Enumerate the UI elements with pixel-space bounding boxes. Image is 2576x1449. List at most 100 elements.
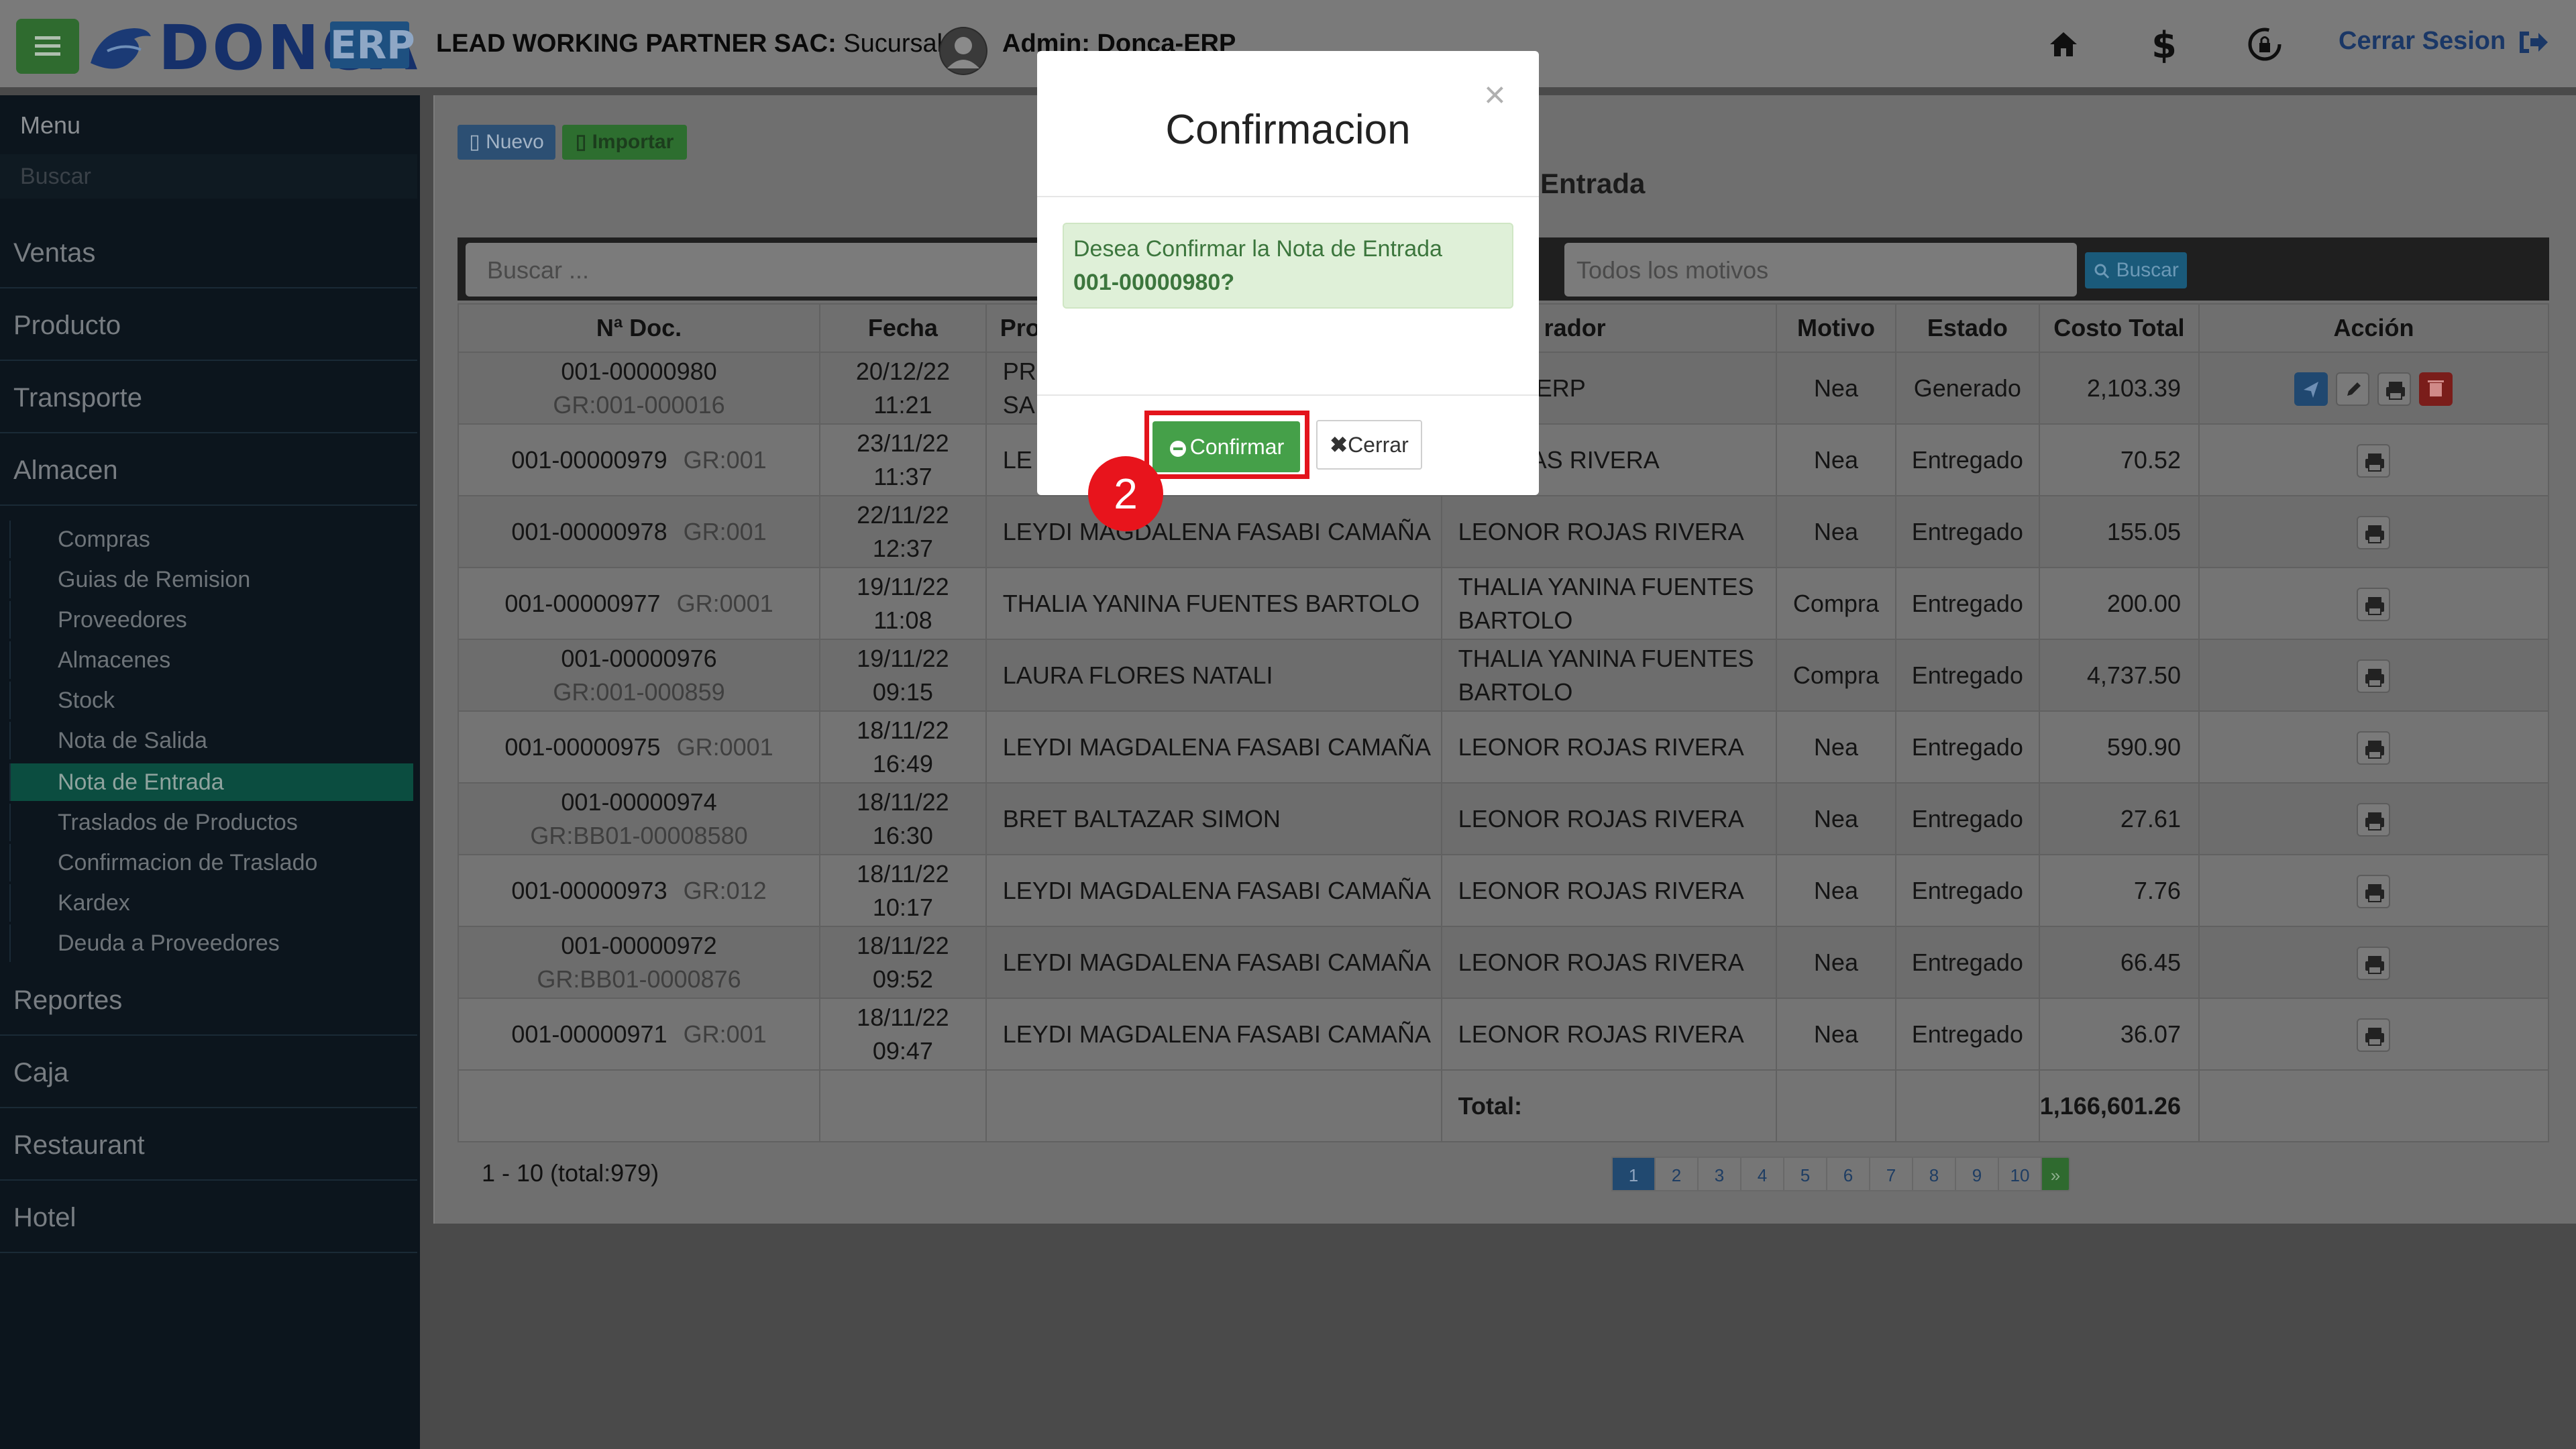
sidebar-sub-nota-salida[interactable]: Nota de Salida [9, 722, 413, 759]
page-6[interactable]: 6 [1826, 1157, 1870, 1191]
sidebar-sub-stock[interactable]: Stock [9, 682, 413, 719]
home-icon[interactable] [2043, 24, 2084, 64]
sidebar-item-transporte[interactable]: Transporte [0, 362, 417, 433]
accion-cell [2198, 782, 2550, 855]
print-button[interactable] [2357, 802, 2391, 837]
fecha-time: 12:37 [872, 534, 933, 562]
guia-remision: GR:001 [683, 517, 767, 545]
accion-cell [2198, 639, 2550, 712]
doc-cell: 001-00000977 GR:0001 [457, 567, 821, 640]
nuevo-button[interactable]: ▯ Nuevo [458, 125, 555, 160]
page-1[interactable]: 1 [1611, 1157, 1656, 1191]
sidebar-item-reportes[interactable]: Reportes [0, 965, 417, 1036]
sidebar-item-ventas[interactable]: Ventas [0, 217, 417, 288]
sidebar-title: Menu [20, 111, 81, 139]
print-button[interactable] [2357, 515, 2391, 549]
motivo-cell: Nea [1776, 782, 1896, 855]
print-button[interactable] [2357, 946, 2391, 980]
guia-remision: GR:012 [683, 876, 767, 904]
sidebar-sub-traslados[interactable]: Traslados de Productos [9, 804, 413, 841]
doc-number: 001-00000975 [504, 733, 661, 761]
print-button[interactable] [2357, 731, 2391, 765]
sidebar-sub-deuda-proveedores[interactable]: Deuda a Proveedores [9, 924, 413, 962]
page-4[interactable]: 4 [1740, 1157, 1784, 1191]
sidebar-item-hotel[interactable]: Hotel [0, 1182, 417, 1253]
logout-link[interactable]: Cerrar Sesion [2339, 27, 2549, 56]
menu-toggle-button[interactable] [16, 19, 79, 74]
print-button[interactable] [2357, 874, 2391, 908]
search-input[interactable]: Buscar ... [466, 243, 1049, 297]
sidebar-item-restaurant[interactable]: Restaurant [0, 1110, 417, 1181]
logo-badge: ERP [330, 21, 415, 68]
doc-number: 001-00000974 [561, 788, 717, 816]
print-icon [2386, 381, 2406, 400]
sidebar-sub-confirmacion-traslado[interactable]: Confirmacion de Traslado [9, 844, 413, 881]
avatar[interactable] [939, 27, 987, 75]
sidebar-item-caja[interactable]: Caja [0, 1037, 417, 1108]
page-8[interactable]: 8 [1912, 1157, 1956, 1191]
importar-button[interactable]: ▯ Importar [562, 125, 687, 160]
proveedor-line2: SA [1002, 390, 1035, 419]
page-3[interactable]: 3 [1697, 1157, 1741, 1191]
sidebar-item-almacen[interactable]: Almacen [0, 435, 417, 506]
buscar-label: Buscar [2116, 259, 2179, 281]
accion-cell [2198, 495, 2550, 568]
proveedor-cell: LEYDI MAGDALENA FASABI CAMAÑA [985, 710, 1442, 784]
motivos-select[interactable]: Todos los motivos [1564, 243, 2077, 297]
edit-button[interactable] [2336, 372, 2370, 406]
page-2[interactable]: 2 [1654, 1157, 1699, 1191]
company-name: LEAD WORKING PARTNER SAC: [436, 30, 837, 58]
accion-cell [2198, 423, 2550, 496]
estado-cell: Entregado [1894, 567, 2040, 640]
lock-refresh-icon[interactable] [2245, 24, 2285, 64]
cerrar-button[interactable]: ✖Cerrar [1316, 420, 1422, 470]
print-icon [2365, 525, 2385, 543]
col-doc: Nª Doc. [457, 303, 821, 353]
total-label: Total: [1440, 1069, 1778, 1142]
page-7[interactable]: 7 [1869, 1157, 1913, 1191]
page-5[interactable]: 5 [1783, 1157, 1827, 1191]
fecha-time: 09:15 [872, 678, 933, 706]
total-cell-empty [1894, 1069, 2040, 1142]
delete-button[interactable] [2419, 372, 2453, 406]
print-button[interactable] [2357, 443, 2391, 478]
dollar-icon[interactable]: $ [2144, 24, 2184, 64]
sidebar-item-producto[interactable]: Producto [0, 290, 417, 361]
table-row: 001-00000977 GR:0001 19/11/22 11:08 THALIA … [457, 567, 2550, 640]
doc-cell: 001-00000972 GR:BB01-0000876 [457, 926, 821, 999]
sidebar-sub-guias[interactable]: Guias de Remision [9, 561, 413, 598]
fecha-date: 19/11/22 [857, 644, 949, 672]
print-button[interactable] [2357, 1018, 2391, 1052]
sidebar-search-input[interactable]: Buscar [0, 154, 417, 199]
buscar-button[interactable]: Buscar [2085, 252, 2187, 288]
costo-cell: 155.05 [2038, 495, 2200, 568]
sidebar-sub-nota-entrada[interactable]: Nota de Entrada [9, 763, 413, 801]
fecha-cell: 19/11/22 09:15 [819, 639, 987, 712]
modal-message-text: Desea Confirmar la Nota de Entrada [1073, 236, 1442, 262]
fecha-time: 16:49 [872, 749, 933, 777]
page-10[interactable]: 10 [1998, 1157, 2042, 1191]
accion-cell [2198, 710, 2550, 784]
proveedor-cell: LEYDI MAGDALENA FASABI CAMAÑA [985, 495, 1442, 568]
operador: THALIA YANINA FUENTES [1458, 644, 1754, 672]
operador: LEONOR ROJAS RIVERA [1458, 1020, 1744, 1048]
send-button[interactable] [2294, 372, 2328, 406]
print-button[interactable] [2377, 372, 2412, 406]
total-cell-empty [985, 1069, 1442, 1142]
fecha-date: 22/11/22 [857, 500, 949, 529]
sidebar-sub-proveedores[interactable]: Proveedores [9, 601, 413, 639]
table-row: 001-00000972 GR:BB01-0000876 18/11/22 09:52… [457, 926, 2550, 999]
print-button[interactable] [2357, 659, 2391, 693]
sidebar-sub-kardex[interactable]: Kardex [9, 884, 413, 922]
page-next[interactable]: » [2041, 1157, 2070, 1191]
sidebar-sub-compras[interactable]: Compras [9, 521, 413, 558]
guia-remision: GR:0001 [676, 733, 773, 761]
print-button[interactable] [2357, 587, 2391, 621]
proveedor: LEYDI MAGDALENA FASABI CAMAÑA [1002, 517, 1431, 545]
motivo-cell: Nea [1776, 423, 1896, 496]
sidebar-sub-almacenes[interactable]: Almacenes [9, 641, 413, 679]
page-9[interactable]: 9 [1955, 1157, 1999, 1191]
operador: LEONOR ROJAS RIVERA [1458, 948, 1744, 976]
doc-number: 001-00000979 [511, 445, 667, 474]
table-row: 001-00000974 GR:BB01-00008580 18/11/22 16:3… [457, 782, 2550, 855]
